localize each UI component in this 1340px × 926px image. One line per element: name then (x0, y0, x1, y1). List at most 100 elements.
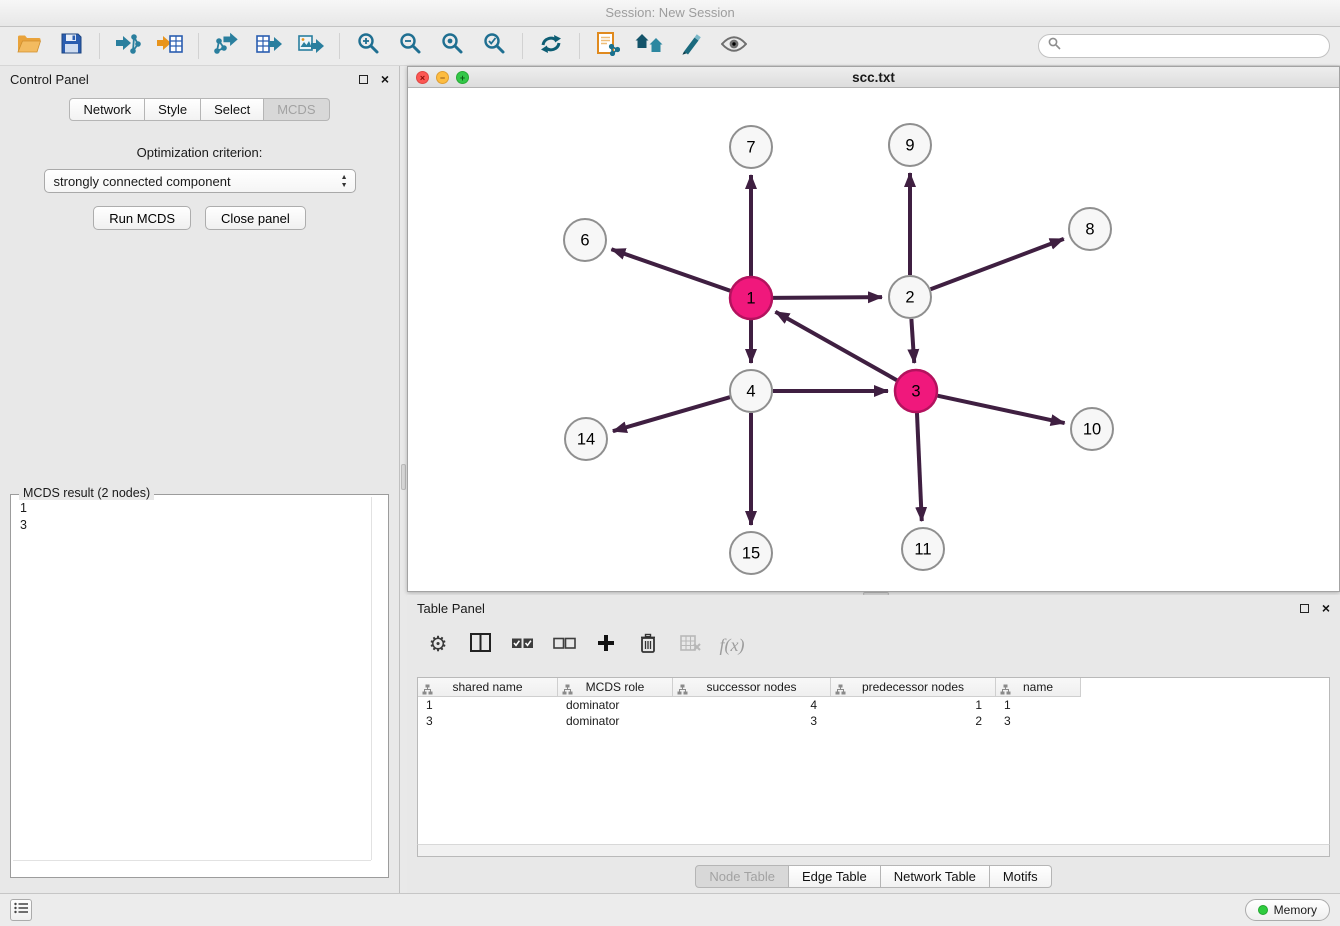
refresh-icon (539, 33, 563, 60)
graph-node-3[interactable]: 3 (895, 370, 937, 412)
column-header-name[interactable]: name (996, 678, 1081, 697)
tab-motifs[interactable]: Motifs (990, 865, 1052, 888)
graph-node-11[interactable]: 11 (902, 528, 944, 570)
control-panel-header: Control Panel × (0, 66, 399, 92)
table-cell[interactable]: 1 (418, 697, 558, 713)
document-network-icon (597, 32, 620, 61)
import-network-icon (115, 32, 141, 61)
column-header-predecessor-nodes[interactable]: predecessor nodes (831, 678, 996, 697)
network-window-titlebar[interactable]: × − + scc.txt (408, 67, 1339, 88)
search-input[interactable] (1067, 39, 1320, 54)
import-table-button[interactable] (151, 30, 189, 62)
tab-node-table[interactable]: Node Table (695, 865, 789, 888)
mcds-result-list[interactable]: 13 (12, 496, 387, 876)
table-row[interactable]: 3dominator323 (418, 713, 1329, 729)
svg-text:1: 1 (746, 290, 755, 308)
paint-brush-icon (681, 33, 703, 60)
annotations-button[interactable] (673, 30, 711, 62)
float-panel-icon[interactable] (1300, 604, 1309, 613)
memory-button[interactable]: Memory (1245, 899, 1330, 921)
edge-3-to-10[interactable] (938, 396, 1065, 423)
graph-node-1[interactable]: 1 (730, 277, 772, 319)
import-network-button[interactable] (109, 30, 147, 62)
delete-column-button[interactable] (631, 630, 665, 660)
graph-node-7[interactable]: 7 (730, 126, 772, 168)
tab-network[interactable]: Network (69, 98, 145, 121)
edge-3-to-11[interactable] (917, 413, 922, 521)
graphics-details-button[interactable] (715, 30, 753, 62)
create-column-button[interactable] (589, 630, 623, 660)
graph-node-4[interactable]: 4 (730, 370, 772, 412)
graph-node-6[interactable]: 6 (564, 219, 606, 261)
open-file-button[interactable] (10, 30, 48, 62)
table-cell[interactable]: 4 (673, 697, 831, 713)
result-hscrollbar[interactable] (13, 860, 371, 861)
graph-node-8[interactable]: 8 (1069, 208, 1111, 250)
network-graph[interactable]: 7 9 6 8 1 2 4 3 14 10 15 11 (408, 89, 1339, 591)
table-cell[interactable]: 2 (831, 713, 996, 729)
toolbar-separator (99, 33, 100, 59)
close-panel-icon[interactable]: × (381, 72, 389, 86)
close-window-icon[interactable]: × (416, 71, 429, 84)
zoom-fit-button[interactable] (433, 30, 471, 62)
export-image-button[interactable] (292, 30, 330, 62)
column-header-successor-nodes[interactable]: successor nodes (673, 678, 831, 697)
edge-1-to-6[interactable] (611, 249, 730, 291)
close-panel-button[interactable]: Close panel (205, 206, 306, 230)
first-neighbors-button[interactable] (589, 30, 627, 62)
edge-4-to-14[interactable] (613, 397, 730, 431)
close-panel-icon[interactable]: × (1322, 601, 1330, 615)
tab-mcds[interactable]: MCDS (264, 98, 329, 121)
table-cell[interactable]: 1 (831, 697, 996, 713)
run-mcds-button[interactable]: Run MCDS (93, 206, 191, 230)
graph-node-15[interactable]: 15 (730, 532, 772, 574)
task-history-button[interactable] (10, 899, 32, 921)
splitter-grip[interactable] (401, 464, 406, 490)
column-header-shared-name[interactable]: shared name (418, 678, 558, 697)
mcds-result-box: MCDS result (2 nodes) 13 (10, 494, 389, 878)
export-table-button[interactable] (250, 30, 288, 62)
function-builder-button: f(x) (715, 630, 749, 660)
edge-3-to-1[interactable] (775, 312, 896, 380)
minimize-window-icon[interactable]: − (436, 71, 449, 84)
table-cell[interactable]: 3 (418, 713, 558, 729)
show-columns-button[interactable] (463, 630, 497, 660)
float-panel-icon[interactable] (359, 75, 368, 84)
svg-text:7: 7 (746, 139, 755, 157)
zoom-out-button[interactable] (391, 30, 429, 62)
table-cell[interactable]: 3 (996, 713, 1081, 729)
tab-edge-table[interactable]: Edge Table (789, 865, 881, 888)
graph-node-14[interactable]: 14 (565, 418, 607, 460)
vertical-splitter[interactable] (400, 66, 407, 893)
apply-layout-button[interactable] (532, 30, 570, 62)
table-row[interactable]: 1dominator411 (418, 697, 1329, 713)
deselect-all-rows-button[interactable] (547, 630, 581, 660)
tab-select[interactable]: Select (201, 98, 264, 121)
zoom-selected-button[interactable] (475, 30, 513, 62)
export-network-button[interactable] (208, 30, 246, 62)
table-cell[interactable]: 3 (673, 713, 831, 729)
network-overview-button[interactable] (631, 30, 669, 62)
zoom-out-icon (399, 32, 422, 60)
table-cell[interactable]: dominator (558, 713, 673, 729)
graph-node-10[interactable]: 10 (1071, 408, 1113, 450)
tab-style[interactable]: Style (145, 98, 201, 121)
table-cell[interactable]: dominator (558, 697, 673, 713)
zoom-in-button[interactable] (349, 30, 387, 62)
tab-network-table[interactable]: Network Table (881, 865, 990, 888)
criterion-dropdown[interactable]: strongly connected component ▲▼ (44, 169, 356, 193)
save-session-button[interactable] (52, 30, 90, 62)
result-vscrollbar[interactable] (371, 497, 372, 860)
graph-node-9[interactable]: 9 (889, 124, 931, 166)
edge-2-to-8[interactable] (931, 239, 1064, 289)
select-all-rows-button[interactable] (505, 630, 539, 660)
table-hscrollbar[interactable] (417, 844, 1330, 857)
table-options-button[interactable]: ⚙ (421, 630, 455, 660)
column-header-mcds-role[interactable]: MCDS role (558, 678, 673, 697)
network-canvas[interactable]: 7 9 6 8 1 2 4 3 14 10 15 11 (408, 89, 1339, 591)
search-field[interactable] (1038, 34, 1330, 58)
edge-2-to-3[interactable] (911, 319, 914, 363)
graph-node-2[interactable]: 2 (889, 276, 931, 318)
zoom-window-icon[interactable]: + (456, 71, 469, 84)
edge-1-to-2[interactable] (773, 297, 882, 298)
